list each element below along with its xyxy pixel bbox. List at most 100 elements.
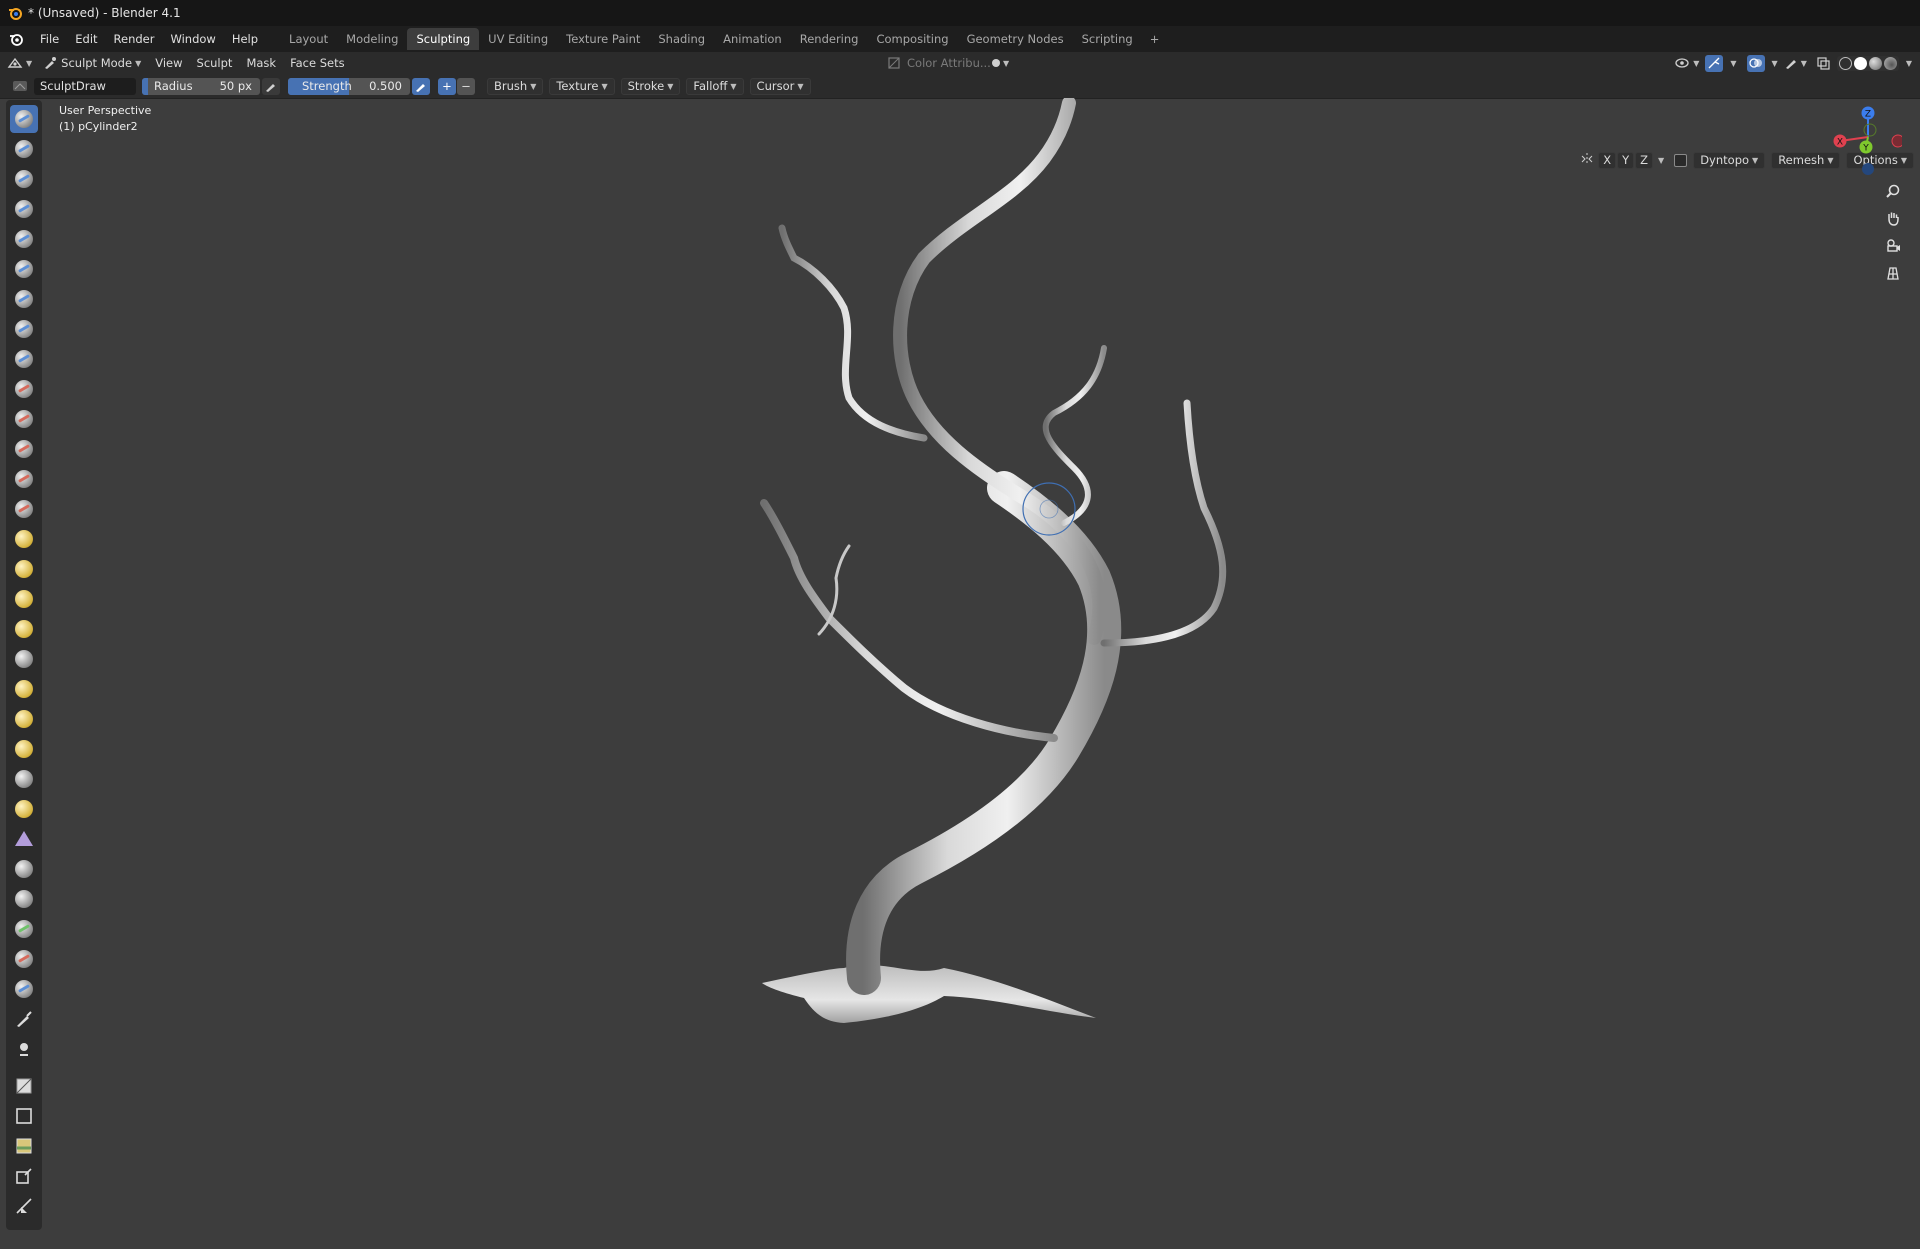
wireframe-shading-icon[interactable] <box>1838 56 1852 70</box>
tool-paint[interactable] <box>10 1005 38 1033</box>
tab-scripting[interactable]: Scripting <box>1073 28 1142 50</box>
tab-sculpting[interactable]: Sculpting <box>407 28 480 50</box>
perspective-toggle-button[interactable] <box>1881 261 1905 285</box>
3d-viewport[interactable] <box>44 96 1920 1245</box>
tab-compositing[interactable]: Compositing <box>867 28 957 50</box>
tool-smear[interactable] <box>10 1035 38 1063</box>
radius-slider[interactable]: Radius 50 px <box>142 77 260 95</box>
direction-subtract-button[interactable]: − <box>457 77 475 95</box>
menu-mask[interactable]: Mask <box>239 52 283 74</box>
menu-face-sets[interactable]: Face Sets <box>283 52 352 74</box>
tool-smooth[interactable] <box>10 375 38 403</box>
direction-add-button[interactable]: + <box>438 77 456 95</box>
tool-boundary[interactable] <box>10 795 38 823</box>
tool-multires-displacement-eraser[interactable] <box>10 945 38 973</box>
blender-menu-icon[interactable] <box>8 31 24 47</box>
chevron-down-icon[interactable]: ▼ <box>1906 59 1912 68</box>
menu-sculpt[interactable]: Sculpt <box>190 52 240 74</box>
slide-relax-brush-icon <box>15 770 33 788</box>
camera-view-button[interactable] <box>1881 233 1905 257</box>
tool-flatten[interactable] <box>10 405 38 433</box>
menu-file[interactable]: File <box>32 32 67 46</box>
brush-name-field[interactable]: SculptDraw <box>34 77 136 95</box>
menu-view[interactable]: View <box>148 52 189 74</box>
tab-modeling[interactable]: Modeling <box>337 28 407 50</box>
tool-box-mask[interactable] <box>10 1072 38 1100</box>
strength-slider[interactable]: Strength 0.500 <box>288 77 410 95</box>
sculpt-brush-icon <box>45 57 57 69</box>
zoom-button[interactable] <box>1881 179 1905 203</box>
tool-clay-thumb[interactable] <box>10 225 38 253</box>
tool-grab[interactable] <box>10 555 38 583</box>
tool-mask[interactable] <box>10 885 38 913</box>
strength-pressure-toggle[interactable] <box>412 77 430 95</box>
xray-brush-toggle[interactable]: ▼ <box>1782 52 1809 74</box>
gizmo-neg-y[interactable] <box>1863 123 1877 137</box>
tab-uv-editing[interactable]: UV Editing <box>479 28 557 50</box>
tool-blob[interactable] <box>10 315 38 343</box>
tab-shading[interactable]: Shading <box>649 28 714 50</box>
tool-pose[interactable] <box>10 675 38 703</box>
gizmo-neg-x[interactable] <box>1891 134 1902 148</box>
gizmo-neg-z[interactable] <box>1862 163 1874 175</box>
tool-nudge[interactable] <box>10 705 38 733</box>
editor-type-button[interactable]: ▼ <box>0 52 39 74</box>
rendered-shading-icon[interactable] <box>1883 56 1897 70</box>
color-attribute-menu[interactable]: ▼ <box>985 52 1016 74</box>
menu-render[interactable]: Render <box>106 32 163 46</box>
menu-window[interactable]: Window <box>162 32 223 46</box>
stroke-dropdown[interactable]: Stroke ▼ <box>620 77 681 95</box>
tool-fill[interactable] <box>10 435 38 463</box>
radius-pressure-toggle[interactable] <box>262 77 280 95</box>
cursor-dropdown[interactable]: Cursor ▼ <box>749 77 811 95</box>
tool-rotate[interactable] <box>10 735 38 763</box>
tool-draw[interactable] <box>10 105 38 133</box>
pan-button[interactable] <box>1881 206 1905 230</box>
menu-help[interactable]: Help <box>224 32 266 46</box>
tool-draw-face-sets[interactable] <box>10 915 38 943</box>
navigation-gizmo[interactable]: Z X Y <box>1822 100 1902 180</box>
texture-dropdown[interactable]: Texture ▼ <box>549 77 615 95</box>
tab-texture-paint[interactable]: Texture Paint <box>557 28 649 50</box>
grab-brush-icon <box>15 560 33 578</box>
tool-line-project[interactable] <box>10 1192 38 1220</box>
draw-sharp-brush-icon <box>15 140 33 158</box>
overlay-toggle[interactable] <box>1746 54 1765 72</box>
tab-layout[interactable]: Layout <box>280 28 337 50</box>
tool-multires-displacement-smear[interactable] <box>10 975 38 1003</box>
material-shading-icon[interactable] <box>1868 56 1882 70</box>
tool-layer[interactable] <box>10 255 38 283</box>
tool-slide-relax[interactable] <box>10 765 38 793</box>
tool-box-face-set[interactable] <box>10 1132 38 1160</box>
tool-draw-sharp[interactable] <box>10 135 38 163</box>
falloff-dropdown[interactable]: Falloff ▼ <box>686 77 744 95</box>
tool-simplify[interactable] <box>10 855 38 883</box>
solid-shading-icon[interactable] <box>1853 56 1867 70</box>
chevron-down-icon[interactable]: ▼ <box>1730 59 1736 68</box>
brush-preview-icon[interactable] <box>12 79 28 93</box>
chevron-down-icon[interactable]: ▼ <box>1772 59 1778 68</box>
menu-edit[interactable]: Edit <box>67 32 105 46</box>
visibility-toggle[interactable]: ▼ <box>1672 52 1701 74</box>
tool-cloth[interactable] <box>10 825 38 853</box>
tool-clay[interactable] <box>10 165 38 193</box>
tool-box-hide[interactable] <box>10 1102 38 1130</box>
tool-multiplane-scrape[interactable] <box>10 495 38 523</box>
tab-animation[interactable]: Animation <box>714 28 791 50</box>
tab-rendering[interactable]: Rendering <box>791 28 868 50</box>
mode-selector[interactable]: Sculpt Mode ▼ <box>39 52 148 74</box>
xray-toggle[interactable] <box>1813 52 1833 74</box>
gizmo-toggle[interactable] <box>1705 54 1724 72</box>
tool-scrape[interactable] <box>10 465 38 493</box>
tool-clay-strips[interactable] <box>10 195 38 223</box>
brush-dropdown[interactable]: Brush ▼ <box>487 77 544 95</box>
tool-crease[interactable] <box>10 345 38 373</box>
tool-inflate[interactable] <box>10 285 38 313</box>
tool-snake-hook[interactable] <box>10 615 38 643</box>
tool-thumb[interactable] <box>10 645 38 673</box>
add-workspace-button[interactable]: + <box>1142 28 1168 50</box>
tab-geometry-nodes[interactable]: Geometry Nodes <box>958 28 1073 50</box>
tool-pinch[interactable] <box>10 525 38 553</box>
tool-elastic-deform[interactable] <box>10 585 38 613</box>
tool-box-trim[interactable] <box>10 1162 38 1190</box>
